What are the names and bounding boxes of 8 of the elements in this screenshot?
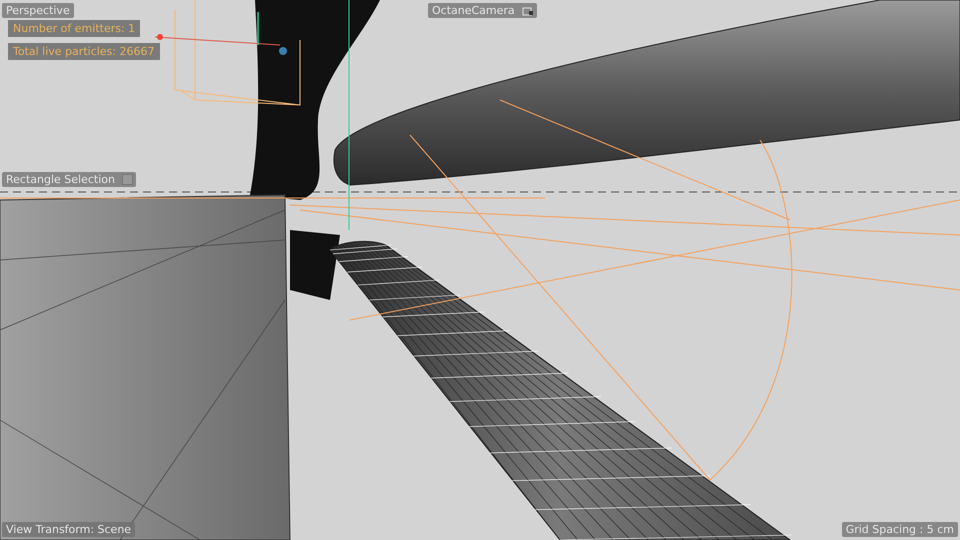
viewport-name: Perspective [2, 3, 74, 18]
view-transform-label: View Transform: Scene [2, 522, 136, 537]
camera-label: OctaneCamera [431, 3, 516, 18]
viewport[interactable]: Perspective Number of emitters: 1 Total live particles: 26667 OctaneCamera Rectangle Selection View Transform: Scene Grid Spacing : 5 cm [0, 0, 960, 540]
grid-spacing-label: Grid Spacing : 5 cm [842, 522, 958, 537]
tool-label: Rectangle Selection [5, 172, 116, 187]
hud-text: Total live particles: 26667 [8, 43, 160, 60]
hud-text: Number of emitters: 1 [8, 20, 140, 37]
